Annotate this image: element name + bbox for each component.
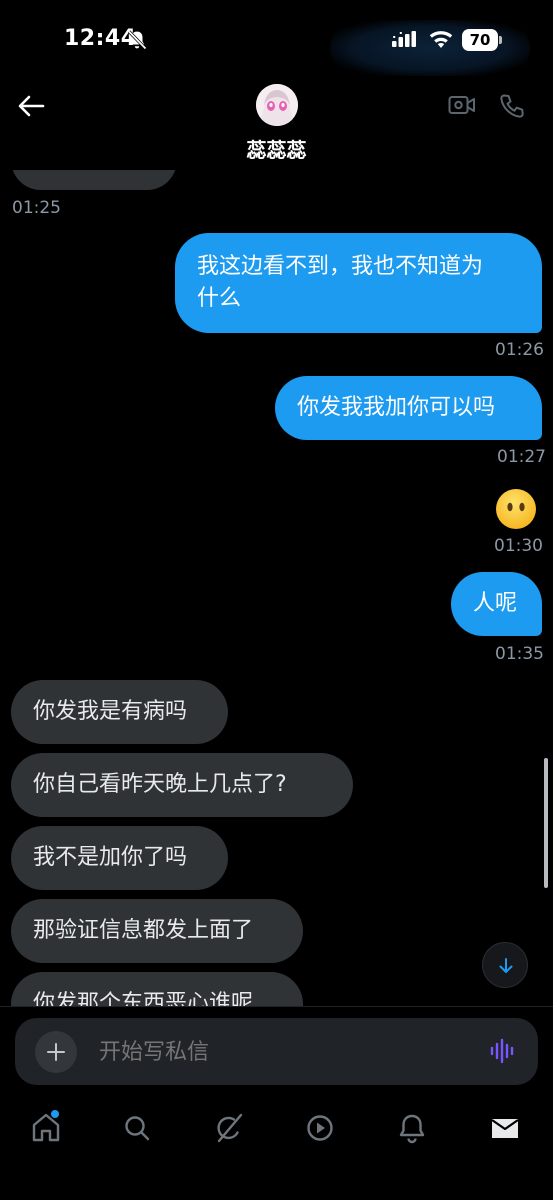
conversation-header: 蕊蕊蕊 xyxy=(0,80,553,170)
message-bubble-outgoing[interactable]: 我这边看不到，我也不知道为 什么 xyxy=(175,233,542,333)
notification-dot xyxy=(51,1110,59,1118)
bottom-nav xyxy=(0,1098,553,1200)
message-time: 01:25 xyxy=(12,198,61,218)
bell-icon xyxy=(399,1114,425,1144)
message-bubble-incoming-partial[interactable] xyxy=(11,170,177,190)
message-bubble-outgoing[interactable]: 你发我我加你可以吗 xyxy=(275,376,542,440)
message-list[interactable]: 01:25 我这边看不到，我也不知道为 什么 01:26 你发我我加你可以吗 0… xyxy=(0,170,553,1006)
nav-messages[interactable] xyxy=(487,1110,523,1146)
contact-name[interactable]: 蕊蕊蕊 xyxy=(0,134,553,163)
message-text-line: 什么 xyxy=(197,286,242,311)
nav-search[interactable] xyxy=(119,1110,155,1146)
nav-video[interactable] xyxy=(302,1110,338,1146)
message-bubble-incoming[interactable]: 你发我是有病吗 xyxy=(11,680,228,744)
status-bar: 12:44 70 xyxy=(0,0,553,80)
scroll-to-bottom-button[interactable] xyxy=(482,942,528,988)
message-time: 01:35 xyxy=(495,644,544,664)
message-text-line: 我这边看不到，我也不知道为 xyxy=(197,254,484,279)
phone-call-icon[interactable] xyxy=(498,92,526,120)
wifi-icon xyxy=(429,31,453,48)
nav-home[interactable] xyxy=(28,1110,64,1146)
mail-icon xyxy=(491,1119,519,1138)
search-icon xyxy=(125,1116,150,1141)
arrow-down-icon xyxy=(499,958,513,973)
grok-icon xyxy=(217,1113,243,1143)
message-time: 01:30 xyxy=(494,536,543,556)
signal-icon xyxy=(392,31,416,47)
play-video-icon xyxy=(307,1115,333,1141)
back-arrow-icon[interactable] xyxy=(16,92,46,120)
battery-cap xyxy=(499,36,502,44)
add-attachment-button[interactable] xyxy=(35,1031,77,1073)
bell-off-icon xyxy=(127,30,147,50)
video-call-icon[interactable] xyxy=(448,94,476,116)
dm-screen: 12:44 70 蕊蕊蕊 01:25 我这边看不到，我也不知道为 什么 01:2… xyxy=(0,0,553,1200)
message-time: 01:27 xyxy=(497,447,546,467)
nav-notifications[interactable] xyxy=(394,1110,430,1146)
composer xyxy=(15,1018,538,1085)
plus-icon xyxy=(47,1043,65,1061)
nav-grok[interactable] xyxy=(211,1110,247,1146)
avatar[interactable] xyxy=(256,84,298,126)
message-bubble-incoming[interactable]: 我不是加你了吗 xyxy=(11,826,228,890)
avatar-image xyxy=(256,84,298,126)
scrollbar[interactable] xyxy=(544,758,548,888)
message-bubble-incoming[interactable]: 你发那个东西恶心谁呢 xyxy=(11,972,303,1006)
message-bubble-outgoing[interactable]: 人呢 xyxy=(451,572,542,636)
voice-waveform-icon[interactable] xyxy=(489,1038,517,1064)
battery-indicator: 70 xyxy=(462,29,502,51)
message-time: 01:26 xyxy=(495,340,544,360)
message-bubble-incoming[interactable]: 那验证信息都发上面了 xyxy=(11,899,303,963)
message-input[interactable] xyxy=(99,1036,459,1068)
face-without-mouth-emoji[interactable] xyxy=(495,488,537,530)
battery-level: 70 xyxy=(462,29,498,51)
composer-area xyxy=(0,1006,553,1098)
message-bubble-incoming[interactable]: 你自己看昨天晚上几点了? xyxy=(11,753,353,817)
